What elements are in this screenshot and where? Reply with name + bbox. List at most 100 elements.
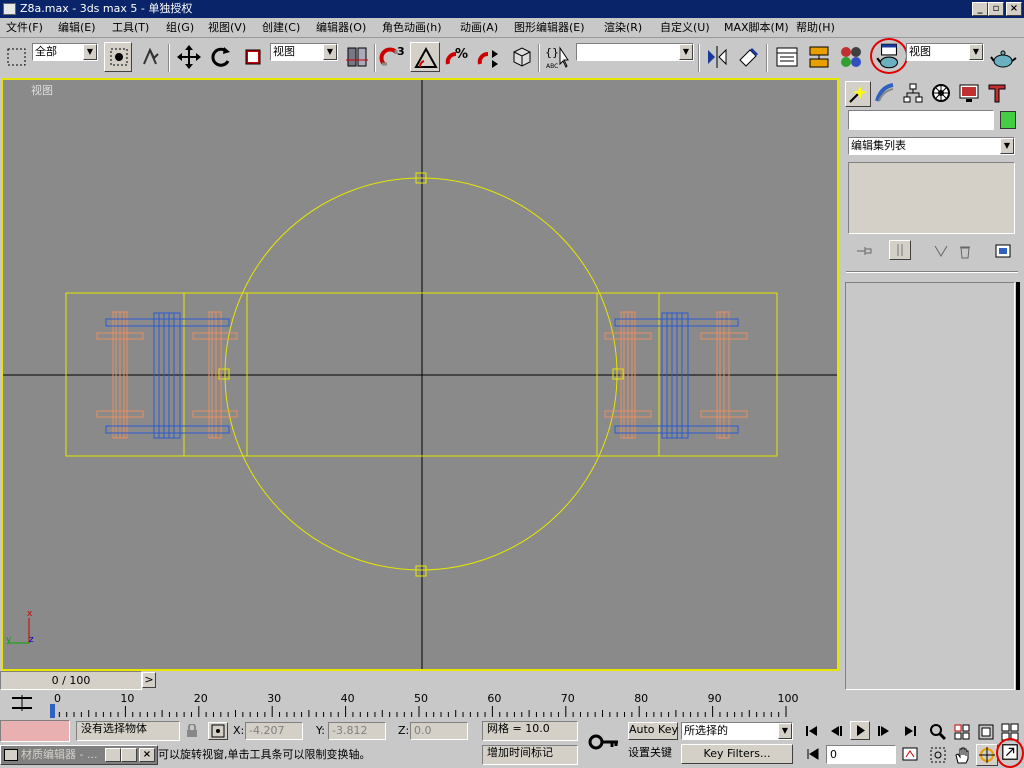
next-frame-icon[interactable] — [874, 722, 894, 740]
time-slider-thumb[interactable]: 0 / 100 — [0, 671, 142, 690]
cube-icon[interactable] — [506, 42, 536, 72]
move-icon[interactable] — [174, 42, 204, 72]
reference-coord-dropdown[interactable]: 视图 ▼ — [270, 43, 338, 61]
render-scene-icon[interactable] — [870, 38, 908, 74]
menu-character[interactable]: 角色动画(h) — [382, 20, 442, 36]
motion-tab-icon[interactable] — [929, 81, 955, 107]
current-frame-marker[interactable] — [50, 704, 55, 718]
menu-customize[interactable]: 自定义(U) — [660, 20, 710, 36]
snap-3d-icon[interactable]: 3 — [378, 42, 408, 72]
create-tab-icon[interactable] — [845, 81, 871, 107]
menu-view[interactable]: 视图(V) — [208, 20, 246, 36]
menu-graph-editors[interactable]: 图形编辑器(E) — [514, 20, 585, 36]
make-unique-icon[interactable] — [931, 242, 951, 260]
hierarchy-tab-icon[interactable] — [901, 81, 927, 107]
add-time-tag[interactable]: 增加时间标记 — [482, 745, 578, 765]
current-frame-field[interactable]: 0 — [826, 745, 896, 764]
modifier-list-dropdown[interactable]: 编辑集列表 ▼ — [848, 137, 1015, 155]
panel-scrollbar[interactable] — [1016, 282, 1020, 690]
rotate-icon[interactable] — [206, 42, 236, 72]
menu-help[interactable]: 帮助(H) — [796, 20, 835, 36]
y-coordinate-field[interactable]: -3.812 — [328, 722, 386, 740]
spinner-snap-icon[interactable] — [474, 42, 504, 72]
named-selection-dropdown[interactable]: ▼ — [576, 43, 694, 61]
key-filters-button[interactable]: Key Filters... — [681, 744, 793, 764]
zoom-all-icon[interactable] — [952, 722, 972, 742]
auto-key-button[interactable]: Auto Key — [628, 722, 678, 740]
viewport[interactable]: 视图 x y z — [1, 78, 839, 671]
align-icon[interactable] — [734, 42, 764, 72]
absolute-mode-button[interactable] — [208, 722, 228, 740]
z-coordinate-field[interactable]: 0.0 — [410, 722, 468, 740]
menu-rendering[interactable]: 渲染(R) — [604, 20, 642, 36]
maximize-icon[interactable] — [121, 748, 137, 762]
pivot-center-icon[interactable] — [342, 42, 372, 72]
lock-icon[interactable] — [186, 724, 198, 738]
minimized-material-editor[interactable]: 材质编辑器 - ... × — [0, 745, 158, 765]
menu-group[interactable]: 组(G) — [166, 20, 194, 36]
y-label: Y: — [316, 724, 325, 737]
abc-label: ABC — [546, 63, 558, 70]
x-coordinate-field[interactable]: -4.207 — [245, 722, 303, 740]
maximize-viewport-button[interactable] — [996, 738, 1024, 768]
render-type-dropdown[interactable]: 视图 ▼ — [906, 43, 984, 61]
zoom-icon[interactable] — [928, 722, 948, 742]
key-selection-dropdown[interactable]: 所选择的 ▼ — [681, 722, 793, 740]
go-to-end-icon[interactable] — [900, 722, 920, 740]
mirror-icon[interactable] — [702, 42, 732, 72]
circle-shape[interactable] — [224, 177, 618, 571]
next-frame-button[interactable]: > — [142, 672, 156, 688]
menu-create[interactable]: 创建(C) — [262, 20, 300, 36]
remove-modifier-icon[interactable] — [955, 242, 975, 260]
menu-edit[interactable]: 编辑(E) — [58, 20, 96, 36]
menu-animation[interactable]: 动画(A) — [460, 20, 498, 36]
zoom-extents-icon[interactable] — [976, 722, 996, 742]
object-color-swatch[interactable] — [1000, 111, 1016, 129]
menu-tools[interactable]: 工具(T) — [112, 20, 149, 36]
close-button[interactable]: × — [1006, 2, 1022, 16]
select-region-icon[interactable] — [2, 42, 32, 72]
region-zoom-icon[interactable] — [928, 745, 948, 765]
close-icon[interactable]: × — [139, 748, 155, 762]
modifier-stack-list[interactable] — [848, 162, 1015, 234]
selection-filter-dropdown[interactable]: 全部 ▼ — [32, 43, 98, 61]
play-button[interactable] — [850, 721, 870, 740]
axis-y-label: y — [6, 635, 12, 645]
pivot-marker[interactable] — [415, 565, 427, 577]
show-end-result-button[interactable] — [889, 240, 911, 260]
edit-named-selection-icon[interactable]: {} ABC — [542, 42, 572, 72]
angle-snap-toggle[interactable] — [410, 42, 440, 72]
maxscript-listener-box[interactable] — [0, 720, 70, 742]
quick-render-icon[interactable] — [988, 42, 1018, 72]
percent-snap-icon[interactable]: % — [442, 42, 472, 72]
pan-hand-icon[interactable] — [952, 745, 972, 765]
track-bar-toggle[interactable] — [6, 692, 38, 714]
key-mode-toggle-icon[interactable] — [804, 745, 824, 763]
modify-tab-icon[interactable] — [873, 81, 899, 107]
restore-icon[interactable] — [105, 748, 121, 762]
frame-ruler[interactable]: 0 10 20 30 40 50 60 70 80 90 100 — [46, 690, 814, 718]
arc-rotate-button[interactable] — [976, 744, 998, 766]
go-to-start-icon[interactable] — [802, 722, 822, 740]
utilities-tab-icon[interactable] — [985, 81, 1011, 107]
select-and-link-icon[interactable] — [136, 42, 166, 72]
menu-maxscript[interactable]: MAX脚本(M) — [724, 20, 789, 36]
object-name-field[interactable] — [848, 110, 994, 130]
set-key-button[interactable] — [584, 722, 624, 762]
previous-frame-icon[interactable] — [826, 722, 846, 740]
menu-modifiers[interactable]: 编辑器(O) — [316, 20, 366, 36]
schematic-view-icon[interactable] — [804, 42, 834, 72]
display-tab-icon[interactable] — [957, 81, 983, 107]
time-configuration-icon[interactable] — [900, 745, 920, 763]
material-editor-icon[interactable] — [836, 42, 866, 72]
menu-file[interactable]: 文件(F) — [6, 20, 43, 36]
minimize-button[interactable]: _ — [972, 2, 988, 16]
scale-icon[interactable] — [238, 42, 268, 72]
maximize-button[interactable]: ▫ — [988, 2, 1004, 16]
select-object-button[interactable] — [104, 42, 132, 72]
app-icon[interactable] — [3, 3, 16, 15]
track-view-icon[interactable] — [772, 42, 802, 72]
time-slider[interactable]: 0 / 100 > — [0, 671, 158, 690]
pin-stack-icon[interactable] — [855, 242, 875, 260]
configure-modifier-sets-icon[interactable] — [993, 242, 1013, 260]
